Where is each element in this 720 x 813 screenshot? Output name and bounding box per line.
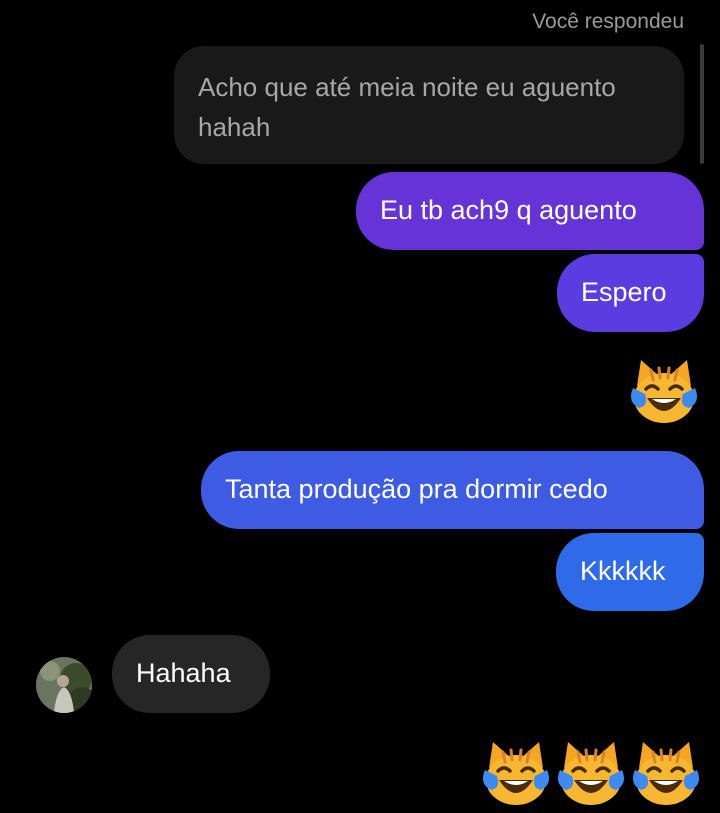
cat-tears-of-joy-icon[interactable] [631, 740, 701, 808]
sent-message-2[interactable]: Espero [557, 254, 704, 332]
reply-context-label: Você respondeu [532, 10, 684, 33]
sent-message-1[interactable]: Eu tb ach9 q aguento [356, 172, 704, 250]
sent-message-4[interactable]: Kkkkkk [556, 533, 704, 611]
reply-indicator-bar [700, 44, 704, 164]
cat-tears-of-joy-icon[interactable] [629, 358, 699, 426]
contact-avatar[interactable] [36, 657, 92, 713]
cat-tears-of-joy-icon[interactable] [556, 740, 626, 808]
replied-message-bubble[interactable]: Acho que até meia noite eu aguento hahah [174, 46, 684, 164]
cat-tears-of-joy-icon[interactable] [481, 740, 551, 808]
sent-message-3[interactable]: Tanta produção pra dormir cedo [201, 451, 704, 529]
received-message[interactable]: Hahaha [112, 635, 270, 713]
